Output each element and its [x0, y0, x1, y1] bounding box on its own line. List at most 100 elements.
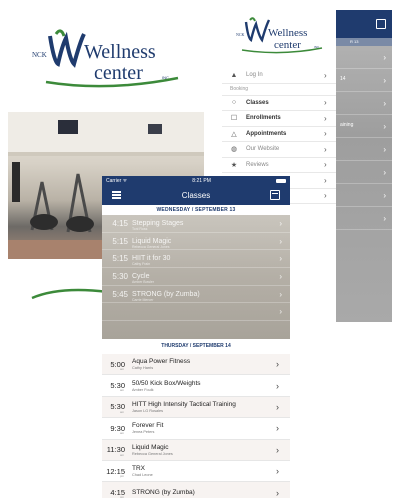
date-header-thursday: THURSDAY / SEPTEMBER 14 [102, 339, 290, 354]
carrier-label: Carrier ᯤ [106, 177, 128, 184]
class-name: Stepping Stages [132, 219, 184, 227]
class-time: 4:15 [112, 218, 128, 228]
chevron-right-icon: › [324, 113, 327, 123]
chevron-right-icon: › [279, 271, 282, 281]
menu-item-label: Log In [246, 72, 263, 79]
class-name: STRONG (by Zumba) [132, 290, 200, 298]
class-row[interactable]: 5:30 am HITT High Intensity Tactical Tra… [102, 396, 290, 419]
chevron-right-icon: › [324, 98, 327, 108]
class-row[interactable]: 12:15 pm TRX Chad Leone › [102, 461, 290, 483]
dimmed-row: › [336, 92, 392, 115]
menu-item-login[interactable]: ▲ Log In › [222, 68, 336, 84]
menu-item-label: Reviews [246, 161, 269, 168]
logo-w-mark [48, 31, 86, 68]
class-instructor: Rebecca General Jones [132, 244, 170, 249]
logo-swoosh-fragment [31, 288, 109, 300]
date-header-wednesday: WEDNESDAY / SEPTEMBER 13 [102, 205, 290, 215]
chevron-right-icon: › [279, 307, 282, 317]
star-icon: ★ [230, 161, 238, 169]
class-row[interactable]: 5:30 am 50/50 Kick Box/Weights Amber Foul… [102, 375, 290, 397]
menu-logo: NCK Wellness center INC [222, 10, 336, 64]
class-row[interactable]: 5:15 Liquid Magic Rebecca General Jones … [102, 233, 290, 251]
class-instructor: Cathy Harris [132, 366, 154, 371]
class-name: Liquid Magic [132, 443, 169, 451]
wellness-center-logo: NCK Wellness center INC [32, 29, 179, 88]
class-instructor: Jason LG Rosales [132, 408, 164, 413]
enrollments-icon: ☐ [230, 115, 238, 123]
menu-item-reviews[interactable]: ★ Reviews › [222, 158, 336, 173]
menu-item-label: Our Website [246, 146, 280, 153]
menu-item-appointments[interactable]: △ Appointments › [222, 127, 336, 142]
class-row[interactable]: › [102, 303, 290, 322]
appointments-icon: △ [231, 130, 237, 138]
dimmed-nav-bar [336, 10, 392, 38]
class-name: HITT High Intensity Tactical Training [132, 400, 236, 408]
dimmed-row: › [336, 161, 392, 184]
menu-item-label: Appointments [246, 130, 287, 137]
chevron-right-icon: › [276, 487, 279, 498]
clock-label: 8:21 PM [192, 177, 211, 184]
chevron-right-icon: › [276, 359, 279, 370]
calendar-icon[interactable] [270, 190, 280, 200]
menu-item-label: Enrollments [246, 115, 281, 122]
dimmed-classes-panel[interactable]: R 13 › 14 › › aining › › › › › [336, 10, 392, 322]
page-title: Classes [181, 190, 211, 200]
class-time: 5:30 [112, 271, 128, 281]
classes-phone-screen: Carrier ᯤ 8:21 PM Classes WEDNESDAY / SE… [102, 176, 290, 498]
hamburger-menu-icon[interactable] [112, 191, 121, 199]
classes-icon: ○ [231, 99, 237, 107]
chevron-right-icon: › [276, 466, 279, 477]
class-name: TRX [132, 465, 145, 473]
class-row[interactable]: 11:30 am Liquid Magic Rebecca General Jon… [102, 439, 290, 461]
class-time: 5:45 [112, 289, 128, 299]
class-time: 5:15 [112, 254, 128, 264]
nav-bar: Classes [102, 185, 290, 205]
class-name: STRONG (by Zumba) [132, 488, 195, 496]
class-ampm: am [120, 409, 125, 414]
login-icon: ▲ [230, 71, 238, 79]
globe-icon: ◍ [230, 146, 238, 154]
class-row[interactable]: 9:30 am Forever Fit Jenea Peters › [102, 418, 290, 440]
class-instructor: Carrie Mercer [132, 297, 154, 302]
class-row[interactable]: 4:15 Stepping Stages Toni Ross › [102, 215, 290, 233]
faded-class-list: 4:15 Stepping Stages Toni Ross › 5:15 Li… [102, 215, 290, 339]
class-name: Forever Fit [132, 422, 164, 430]
chevron-right-icon: › [324, 144, 327, 154]
dimmed-row: › [336, 184, 392, 207]
class-instructor: Chad Leone [132, 473, 153, 478]
menu-item-website[interactable]: ◍ Our Website › [222, 142, 336, 158]
logo-wordmark-bottom: center [94, 62, 143, 84]
svg-text:center: center [274, 39, 301, 51]
menu-item-enrollments[interactable]: ☐ Enrollments › [222, 111, 336, 127]
chevron-right-icon: › [324, 129, 327, 139]
battery-icon [275, 178, 286, 183]
dimmed-date-band: R 13 [336, 38, 392, 46]
class-row[interactable]: 5:00 am Aqua Power Fitness Cathy Harris › [102, 354, 290, 376]
dimmed-row: › [336, 46, 392, 69]
class-row[interactable]: 4:15 pm STRONG (by Zumba) › [102, 482, 290, 498]
screenshot-canvas: NCK Wellness center INC NCK Wellness cen… [0, 0, 395, 498]
chevron-right-icon: › [276, 444, 279, 455]
menu-item-classes[interactable]: ○ Classes › [222, 96, 336, 111]
chevron-right-icon: › [324, 70, 327, 80]
menu-section-header: Booking [222, 84, 336, 96]
chevron-right-icon: › [279, 236, 282, 246]
svg-text:Wellness: Wellness [268, 27, 307, 39]
dimmed-row: 14 › [336, 69, 392, 92]
chevron-right-icon: › [276, 380, 279, 391]
class-row[interactable]: 5:30 Cycle Amber Bowler › [102, 268, 290, 286]
class-instructor: Rebecca General Jones [132, 451, 173, 456]
class-instructor: Cathy Frain [132, 262, 151, 267]
class-ampm: am [120, 431, 125, 436]
class-row[interactable]: 5:45 STRONG (by Zumba) Carrie Mercer › [102, 286, 290, 304]
logo-wordmark-top: Wellness [84, 41, 156, 63]
class-ampm: am [120, 388, 125, 393]
class-name: Cycle [132, 272, 150, 280]
chevron-right-icon: › [276, 401, 279, 412]
class-row[interactable]: 5:15 HIIT it for 30 Cathy Frain › [102, 250, 290, 269]
svg-text:NCK: NCK [236, 32, 245, 37]
dimmed-row: › [336, 138, 392, 161]
calendar-icon [376, 19, 386, 29]
class-ampm: pm [120, 473, 125, 478]
chevron-right-icon: › [279, 289, 282, 299]
